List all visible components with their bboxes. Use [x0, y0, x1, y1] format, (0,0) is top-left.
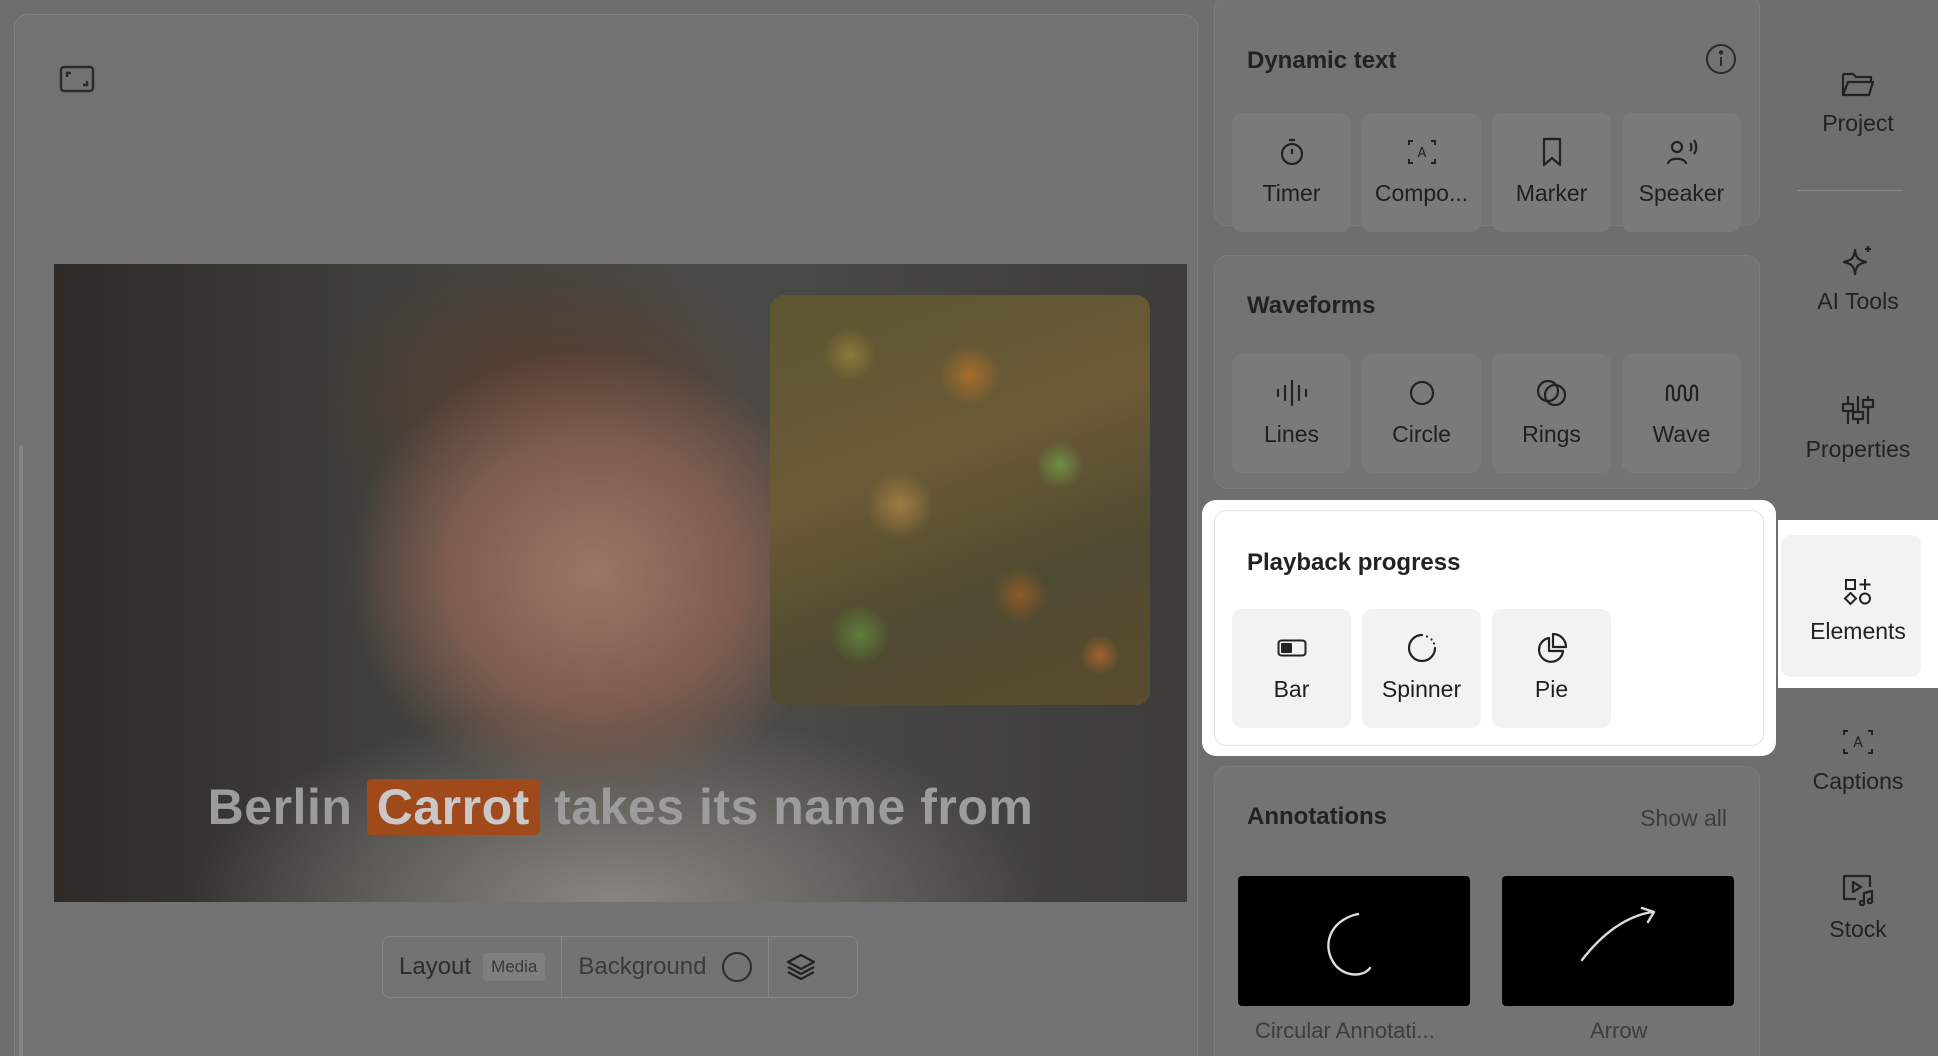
- rings-icon: [1535, 378, 1569, 408]
- section-title: Waveforms: [1247, 292, 1376, 319]
- scrollbar[interactable]: [19, 445, 23, 1056]
- folder-icon: [1840, 64, 1876, 104]
- bar-tile[interactable]: Bar: [1232, 609, 1351, 728]
- caption-before: Berlin: [207, 779, 367, 835]
- nav-label: Stock: [1829, 916, 1887, 942]
- spinner-icon: [1406, 633, 1438, 663]
- canvas-area: Berlin Carrot takes its name from Layout…: [14, 14, 1198, 1056]
- tile-label: Compo...: [1374, 180, 1469, 206]
- nav-item-ai-tools[interactable]: AI Tools: [1778, 230, 1938, 350]
- info-icon[interactable]: [1705, 43, 1737, 75]
- speaker-tile[interactable]: Speaker: [1622, 113, 1741, 232]
- background-color-swatch[interactable]: [722, 952, 753, 982]
- marker-tile[interactable]: Marker: [1492, 113, 1611, 232]
- nav-label: Captions: [1812, 768, 1904, 794]
- layout-badge: Media: [483, 953, 546, 981]
- nav-item-elements[interactable]: Elements: [1778, 560, 1938, 680]
- background-label: Background: [578, 953, 707, 980]
- tile-label: Marker: [1515, 180, 1588, 206]
- nav-divider: [1797, 190, 1903, 191]
- nav-item-project[interactable]: Project: [1778, 52, 1938, 172]
- sparkle-icon: [1840, 242, 1876, 282]
- section-title: Dynamic text: [1247, 47, 1397, 74]
- timer-icon: [1279, 137, 1305, 167]
- nav-item-captions[interactable]: A Captions: [1778, 710, 1938, 830]
- circular-annotation-thumbnail[interactable]: [1238, 876, 1470, 1006]
- tile-label: Timer: [1262, 180, 1321, 206]
- video-preview[interactable]: Berlin Carrot takes its name from: [54, 264, 1187, 902]
- svg-text:A: A: [1853, 735, 1863, 751]
- annotation-label: Circular Annotati...: [1255, 1018, 1435, 1043]
- annotations-section: Annotations Show all Circular Annotati..…: [1214, 766, 1760, 1056]
- sliders-icon: [1840, 390, 1876, 430]
- section-title: Annotations: [1247, 803, 1387, 830]
- tile-label: Pie: [1534, 676, 1569, 702]
- show-all-link[interactable]: Show all: [1640, 805, 1727, 832]
- bar-icon: [1277, 633, 1307, 663]
- lines-tile[interactable]: Lines: [1232, 354, 1351, 473]
- wave-icon: [1665, 378, 1699, 408]
- playback-progress-highlight: Playback progress Bar Spinner Pie: [1202, 500, 1776, 756]
- wave-tile[interactable]: Wave: [1622, 354, 1741, 473]
- pie-tile[interactable]: Pie: [1492, 609, 1611, 728]
- spinner-tile[interactable]: Spinner: [1362, 609, 1481, 728]
- lines-icon: [1274, 378, 1310, 408]
- elements-icon: [1843, 572, 1873, 612]
- tile-label: Rings: [1522, 421, 1581, 447]
- layout-label: Layout: [399, 953, 472, 980]
- caption-after: takes its name from: [539, 779, 1034, 835]
- rings-tile[interactable]: Rings: [1492, 354, 1611, 473]
- svg-text:A: A: [1417, 146, 1426, 161]
- captions-icon: A: [1841, 722, 1875, 762]
- tile-label: Wave: [1652, 421, 1711, 447]
- stock-icon: [1840, 870, 1876, 910]
- annotation-label: Arrow: [1590, 1018, 1648, 1043]
- layers-button[interactable]: [769, 937, 833, 997]
- nav-label: Properties: [1805, 436, 1911, 462]
- circle-icon: [1408, 378, 1436, 408]
- component-icon: A: [1407, 137, 1437, 167]
- circle-tile[interactable]: Circle: [1362, 354, 1481, 473]
- pie-icon: [1536, 632, 1568, 663]
- preview-toolbar: Layout Media Background: [382, 936, 858, 998]
- tile-label: Spinner: [1381, 676, 1462, 702]
- background-button[interactable]: Background: [562, 937, 770, 997]
- dynamic-text-section: Dynamic text Timer A Compo... Marker Spe…: [1214, 0, 1760, 232]
- tile-label: Speaker: [1638, 180, 1725, 206]
- section-title: Playback progress: [1247, 549, 1461, 576]
- component-tile[interactable]: A Compo...: [1362, 113, 1481, 232]
- layers-icon: [785, 951, 817, 983]
- speaker-icon: [1666, 137, 1698, 167]
- tile-label: Bar: [1273, 676, 1310, 702]
- expand-icon[interactable]: [59, 63, 95, 95]
- nav-item-properties[interactable]: Properties: [1778, 378, 1938, 498]
- bookmark-icon: [1541, 137, 1563, 167]
- nav-label: Project: [1822, 110, 1894, 136]
- nav-label: AI Tools: [1817, 288, 1899, 314]
- layout-button[interactable]: Layout Media: [383, 937, 563, 997]
- nav-item-stock[interactable]: Stock: [1778, 858, 1938, 978]
- media-overlay-image[interactable]: [770, 295, 1150, 705]
- timer-tile[interactable]: Timer: [1232, 113, 1351, 232]
- arrow-annotation-thumbnail[interactable]: [1502, 876, 1734, 1006]
- tile-label: Circle: [1392, 421, 1451, 447]
- caption-highlight-word: Carrot: [366, 779, 540, 835]
- nav-label: Elements: [1810, 618, 1906, 644]
- waveforms-section: Waveforms Lines Circle Rings Wave: [1214, 255, 1760, 489]
- playback-progress-section: Playback progress Bar Spinner Pie: [1214, 510, 1764, 746]
- tile-label: Lines: [1264, 421, 1319, 447]
- caption-text[interactable]: Berlin Carrot takes its name from: [54, 778, 1187, 836]
